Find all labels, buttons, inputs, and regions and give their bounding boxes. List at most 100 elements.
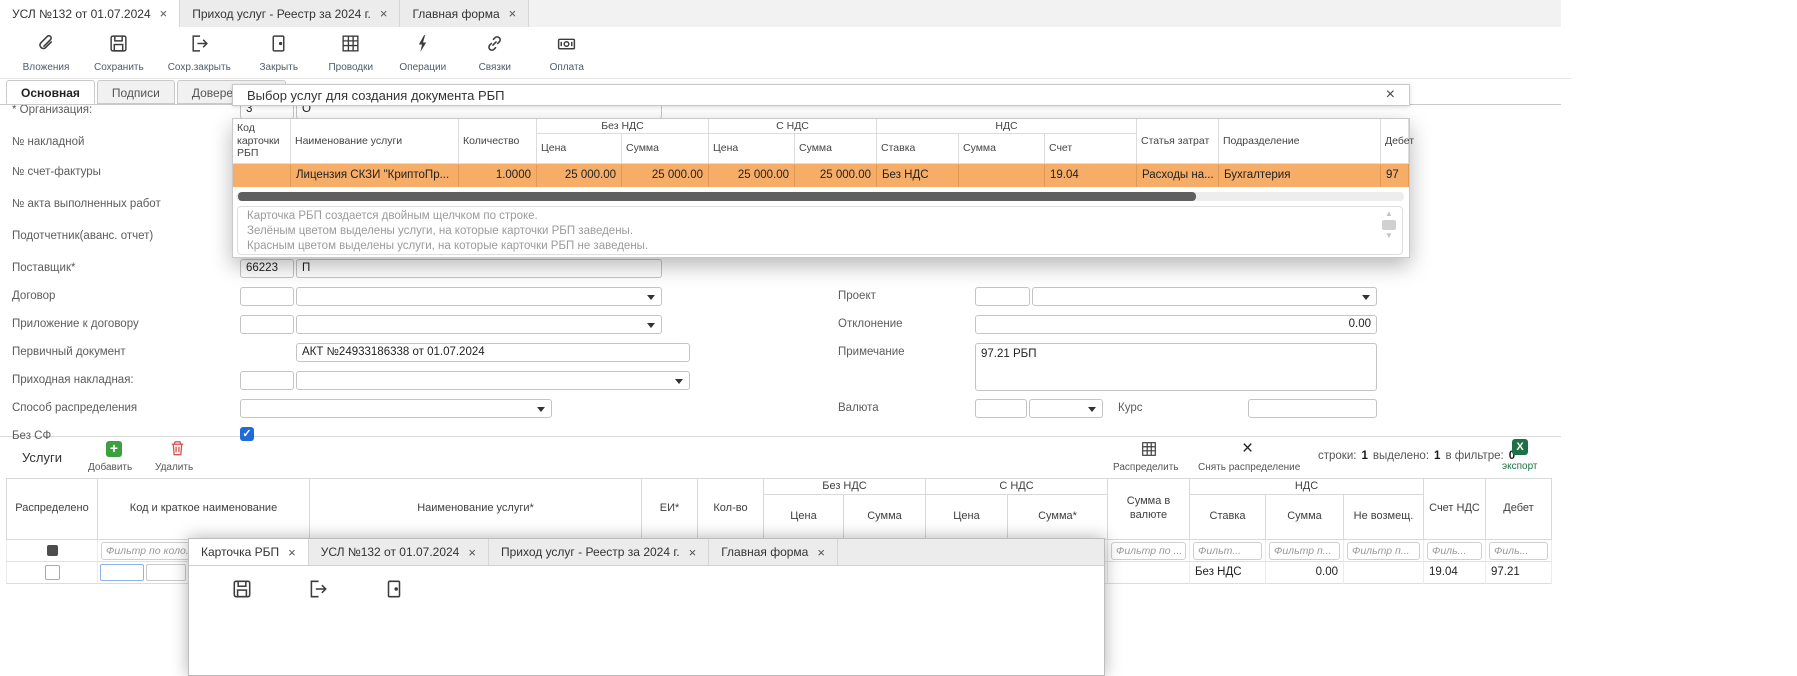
- close-icon[interactable]: ×: [288, 546, 296, 559]
- mcol-vat-account[interactable]: Счет: [1045, 134, 1137, 164]
- links-button[interactable]: Связки: [459, 27, 531, 78]
- distribute-button[interactable]: [1140, 440, 1158, 463]
- postings-button[interactable]: Проводки: [315, 27, 387, 78]
- tab-main[interactable]: Основная: [6, 80, 95, 104]
- project-select[interactable]: [1032, 287, 1377, 306]
- note-textarea[interactable]: 97.21 РБП: [975, 343, 1377, 391]
- incoming-invoice-select[interactable]: [296, 371, 690, 390]
- mrow-cost-item[interactable]: Расходы на...: [1137, 164, 1219, 187]
- mrow-service-name[interactable]: Лицензия СКЗИ "КриптоПр...: [291, 164, 459, 187]
- currency-code-field[interactable]: [975, 399, 1027, 418]
- save-close-button[interactable]: Сохр.закрыть: [156, 27, 243, 78]
- col-debit[interactable]: Дебет: [1486, 478, 1552, 540]
- row-checkbox[interactable]: [45, 565, 60, 580]
- mcol-sum-no-vat[interactable]: Сумма: [622, 134, 709, 164]
- modal-horizontal-scrollbar[interactable]: [236, 192, 1404, 201]
- scroll-up-icon[interactable]: ▲: [1385, 210, 1393, 218]
- mrow-qty[interactable]: 1.0000: [459, 164, 537, 187]
- primary-doc-field[interactable]: АКТ №24933186338 от 01.07.2024: [296, 343, 690, 362]
- mrow-sum-with-vat[interactable]: 25 000.00: [795, 164, 877, 187]
- delete-row-button[interactable]: [168, 439, 187, 463]
- payment-button[interactable]: Оплата: [531, 27, 603, 78]
- no-sf-checkbox[interactable]: ✓: [240, 427, 254, 441]
- rate-filter-input[interactable]: Фильт...: [1193, 542, 1262, 560]
- mrow-debit[interactable]: 97: [1381, 164, 1409, 187]
- door-close-icon[interactable]: [383, 578, 405, 605]
- currency-sum-filter-input[interactable]: Фильтр по ...: [1111, 542, 1186, 560]
- mcol-sum-with-vat[interactable]: Сумма: [795, 134, 877, 164]
- save-close-icon[interactable]: [307, 578, 329, 605]
- mcol-qty[interactable]: Количество: [459, 119, 537, 164]
- contract-code-field[interactable]: [240, 287, 294, 306]
- bottom-tab-usl[interactable]: УСЛ №132 от 01.07.2024 ×: [309, 539, 489, 565]
- deviation-field[interactable]: 0.00: [975, 315, 1377, 334]
- col-non-refund[interactable]: Не возмещ.: [1344, 495, 1424, 540]
- col-sum-with-vat[interactable]: Сумма*: [1008, 495, 1108, 540]
- close-icon[interactable]: ×: [509, 7, 517, 20]
- supplier-name-field[interactable]: П: [296, 259, 662, 278]
- project-code-field[interactable]: [975, 287, 1030, 306]
- close-icon[interactable]: ×: [468, 546, 476, 559]
- vat-sum-filter-input[interactable]: Фильтр п...: [1269, 542, 1340, 560]
- mcol-cost-item[interactable]: Статья затрат: [1137, 119, 1219, 164]
- scrollbar-thumb[interactable]: [238, 192, 1196, 201]
- save-icon[interactable]: [231, 578, 253, 605]
- rate-field[interactable]: [1248, 399, 1377, 418]
- col-price-with-vat[interactable]: Цена: [926, 495, 1008, 540]
- col-currency-sum[interactable]: Сумма в валюте: [1108, 478, 1190, 540]
- non-refund-filter-input[interactable]: Фильтр п...: [1347, 542, 1420, 560]
- modal-close-icon[interactable]: ×: [1386, 87, 1395, 103]
- mrow-vat-account[interactable]: 19.04: [1045, 164, 1137, 187]
- mrow-vat-rate[interactable]: Без НДС: [877, 164, 959, 187]
- mrow-price-no-vat[interactable]: 25 000.00: [537, 164, 622, 187]
- col-service-name[interactable]: Наименование услуги*: [310, 478, 642, 540]
- mcol-service-name[interactable]: Наименование услуги: [291, 119, 459, 164]
- col-vat-rate[interactable]: Ставка: [1190, 495, 1266, 540]
- col-unit[interactable]: ЕИ*: [642, 478, 698, 540]
- row-vat-account-cell[interactable]: 19.04: [1424, 562, 1486, 584]
- cell-code-input[interactable]: [100, 564, 144, 581]
- mcol-vat-sum[interactable]: Сумма: [959, 134, 1045, 164]
- currency-select[interactable]: [1029, 399, 1103, 418]
- row-non-refund-cell[interactable]: [1344, 562, 1424, 584]
- mcol-price-no-vat[interactable]: Цена: [537, 134, 622, 164]
- mcol-price-with-vat[interactable]: Цена: [709, 134, 795, 164]
- scroll-down-icon[interactable]: ▼: [1385, 232, 1393, 240]
- cell-shortname-input[interactable]: [146, 564, 186, 581]
- col-code-short[interactable]: Код и краткое наименование: [98, 478, 310, 540]
- debit-filter-input[interactable]: Филь...: [1489, 542, 1548, 560]
- window-tab-main-form[interactable]: Главная форма ×: [400, 0, 529, 27]
- incoming-invoice-code-field[interactable]: [240, 371, 294, 390]
- bottom-tab-rbp-card[interactable]: Карточка РБП ×: [189, 539, 309, 565]
- col-qty[interactable]: Кол-во: [698, 478, 764, 540]
- bottom-tab-registry[interactable]: Приход услуг - Реестр за 2024 г. ×: [489, 539, 709, 565]
- distributed-filter-checkbox[interactable]: [47, 545, 58, 556]
- col-distributed[interactable]: Распределено: [6, 478, 98, 540]
- mrow-price-with-vat[interactable]: 25 000.00: [709, 164, 795, 187]
- close-icon[interactable]: ×: [380, 7, 388, 20]
- col-vat-account[interactable]: Счет НДС: [1424, 478, 1486, 540]
- close-icon[interactable]: ×: [160, 7, 168, 20]
- row-currency-sum-cell[interactable]: [1108, 562, 1190, 584]
- mrow-card-code[interactable]: [233, 164, 291, 187]
- mcol-debit[interactable]: Дебет: [1381, 119, 1409, 164]
- distribution-method-select[interactable]: [240, 399, 552, 418]
- contract-annex-code-field[interactable]: [240, 315, 294, 334]
- mcol-card-code[interactable]: Код карточки РБП: [233, 119, 291, 164]
- vat-account-filter-input[interactable]: Филь...: [1427, 542, 1482, 560]
- close-icon[interactable]: ×: [817, 546, 825, 559]
- tab-signatures[interactable]: Подписи: [97, 80, 175, 104]
- mrow-department[interactable]: Бухгалтерия: [1219, 164, 1381, 187]
- close-button[interactable]: Закрыть: [243, 27, 315, 78]
- col-sum-no-vat[interactable]: Сумма: [844, 495, 926, 540]
- close-icon[interactable]: ×: [689, 546, 697, 559]
- mcol-department[interactable]: Подразделение: [1219, 119, 1381, 164]
- scrollbar-thumb[interactable]: [1382, 220, 1396, 230]
- bottom-tab-main-form[interactable]: Главная форма ×: [709, 539, 838, 565]
- operations-button[interactable]: Операции: [387, 27, 459, 78]
- notes-vertical-scrollbar[interactable]: ▲ ▼: [1381, 210, 1397, 240]
- supplier-code-field[interactable]: 66223: [240, 259, 294, 278]
- add-row-button[interactable]: +: [106, 441, 122, 457]
- window-tab-usl[interactable]: УСЛ №132 от 01.07.2024 ×: [0, 0, 180, 27]
- col-price-no-vat[interactable]: Цена: [764, 495, 844, 540]
